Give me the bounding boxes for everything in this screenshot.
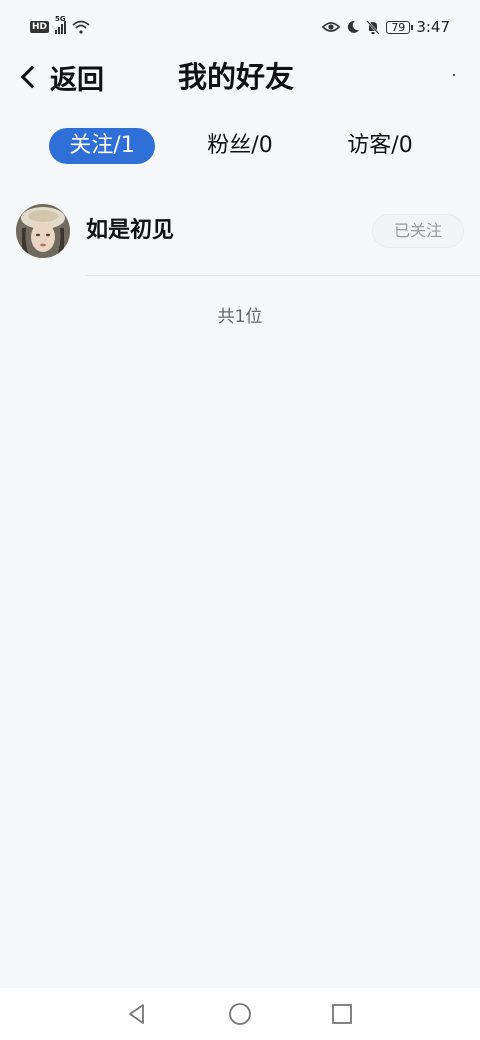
followed-button[interactable]: 已关注 xyxy=(372,214,464,248)
status-left: HD 5G xyxy=(30,15,90,34)
battery-indicator: 79 xyxy=(386,20,414,34)
tab-fans[interactable]: 粉丝/0 xyxy=(190,128,290,164)
avatar-image xyxy=(16,204,70,258)
divider xyxy=(86,275,480,276)
tab-visitors[interactable]: 访客/0 xyxy=(330,128,430,164)
back-button[interactable]: 返回 xyxy=(18,58,104,96)
nav-back-icon[interactable] xyxy=(123,1000,151,1028)
wifi-icon xyxy=(72,20,90,34)
nav-recent-icon[interactable] xyxy=(328,1000,356,1028)
status-bar: HD 5G 79 3:47 xyxy=(0,0,480,54)
friend-name: 如是初见 xyxy=(86,218,175,243)
system-nav-bar xyxy=(0,988,480,1040)
avatar[interactable] xyxy=(16,204,70,258)
tab-bar: 关注/1 粉丝/0 访客/0 xyxy=(0,124,480,166)
page-title: 我的好友 xyxy=(178,60,295,94)
status-time: 3:47 xyxy=(416,18,450,36)
tab-following[interactable]: 关注/1 xyxy=(49,128,155,164)
nav-home-icon[interactable] xyxy=(226,1000,254,1028)
chevron-left-icon xyxy=(20,65,44,89)
list-item[interactable]: 如是初见 已关注 xyxy=(0,200,480,276)
header-dot xyxy=(453,74,455,76)
signal-icon: 5G xyxy=(55,15,67,34)
back-label: 返回 xyxy=(50,64,104,96)
eye-icon xyxy=(322,22,341,32)
network-type-label: 5G xyxy=(55,15,66,23)
moon-icon xyxy=(348,20,360,33)
bell-off-icon xyxy=(366,19,381,35)
status-right: 79 3:47 xyxy=(322,18,450,36)
total-count: 共1位 xyxy=(217,307,263,327)
header: 返回 我的好友 xyxy=(0,54,480,100)
hd-badge: HD xyxy=(30,21,50,33)
friend-list: 如是初见 已关注 xyxy=(0,200,480,276)
